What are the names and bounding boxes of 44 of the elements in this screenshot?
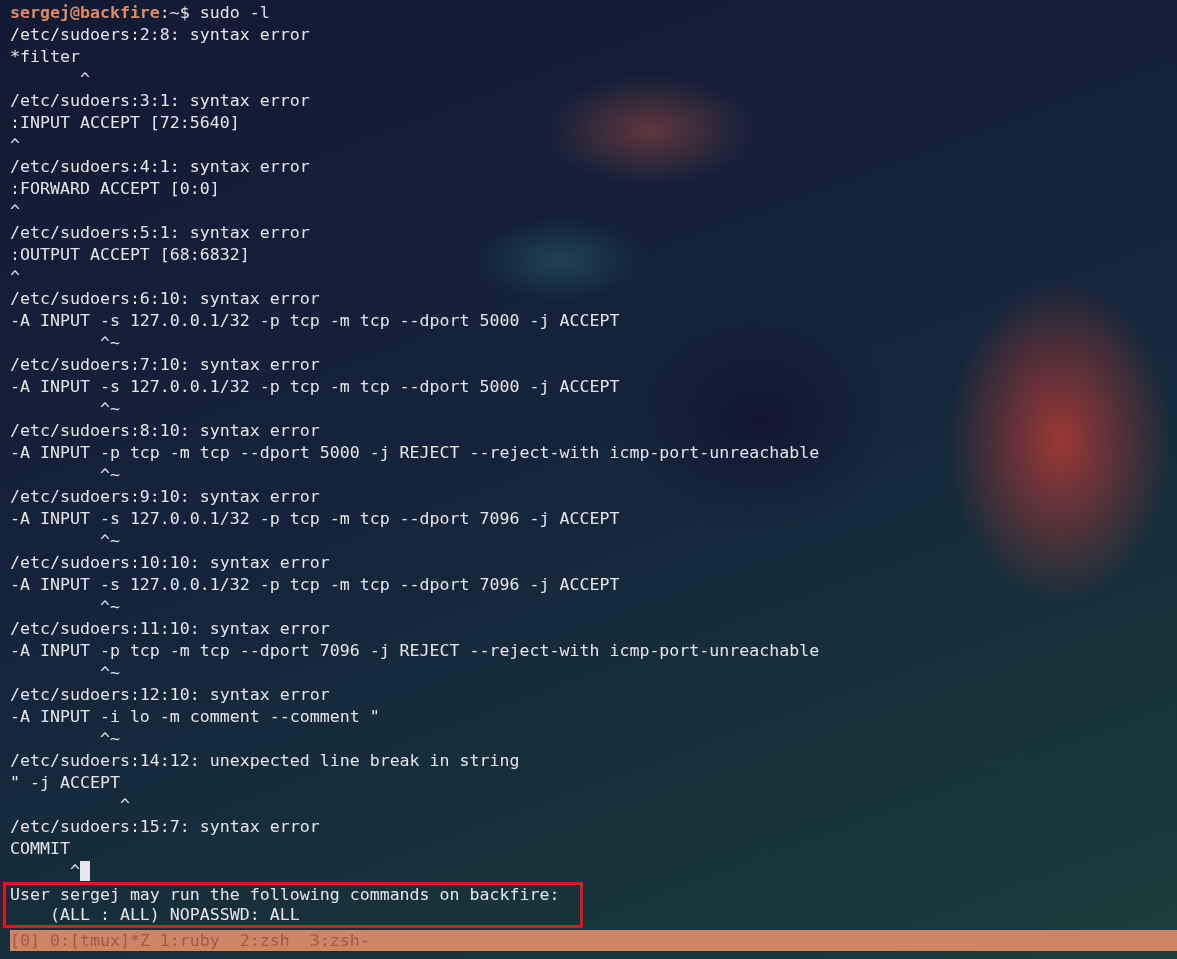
output-line: /etc/sudoers:9:10: syntax error (10, 486, 320, 508)
output-line: (ALL : ALL) NOPASSWD: ALL (48, 905, 300, 925)
output-line: /etc/sudoers:12:10: syntax error (10, 684, 330, 706)
output-line: -A INPUT -p tcp -m tcp --dport 7096 -j REJECT --reject-with icmp-port-unreachable (10, 640, 820, 662)
output-line: /etc/sudoers:11:10: syntax error (10, 618, 330, 640)
output-line: /etc/sudoers:10:10: syntax error (10, 552, 330, 574)
prompt-user-host: sergej@backfire (10, 2, 160, 24)
output-line: ^ (68, 860, 80, 882)
output-line: " -j ACCEPT (10, 772, 120, 794)
output-line: /etc/sudoers:4:1: syntax error (10, 156, 310, 178)
output-line: -A INPUT -s 127.0.0.1/32 -p tcp -m tcp --dport 5000 -j ACCEPT (10, 310, 620, 332)
output-line: /etc/sudoers:7:10: syntax error (10, 354, 320, 376)
output-line: *filter (10, 46, 80, 68)
output-line: /etc/sudoers:2:8: syntax error (10, 24, 310, 46)
output-line: /etc/sudoers:5:1: syntax error (10, 222, 310, 244)
output-line: COMMIT (10, 838, 70, 860)
command-text: sudo -l (198, 2, 270, 24)
output-line: -A INPUT -p tcp -m tcp --dport 5000 -j REJECT --reject-with icmp-port-unreachable (10, 442, 820, 464)
output-line: :OUTPUT ACCEPT [68:6832] (10, 244, 250, 266)
output-line: ^~ (98, 596, 120, 618)
output-line: ^ (10, 134, 20, 156)
output-line: -A INPUT -s 127.0.0.1/32 -p tcp -m tcp --dport 7096 -j ACCEPT (10, 574, 620, 596)
output-line: User sergej may run the following commands on backfire: (10, 885, 560, 905)
output-line: /etc/sudoers:14:12: unexpected line break in string (10, 750, 520, 772)
prompt-path: :~$ (159, 2, 190, 24)
output-line: /etc/sudoers:8:10: syntax error (10, 420, 320, 442)
output-line: :INPUT ACCEPT [72:5640] (10, 112, 240, 134)
output-line: ^ (10, 200, 20, 222)
output-line: :FORWARD ACCEPT [0:0] (10, 178, 220, 200)
output-line: ^~ (98, 662, 120, 684)
output-line: -A INPUT -i lo -m comment --comment " (10, 706, 380, 728)
output-line: ^~ (98, 332, 120, 354)
output-line: -A INPUT -s 127.0.0.1/32 -p tcp -m tcp --dport 5000 -j ACCEPT (10, 376, 620, 398)
output-line: ^~ (98, 464, 120, 486)
output-line: -A INPUT -s 127.0.0.1/32 -p tcp -m tcp --dport 7096 -j ACCEPT (10, 508, 620, 530)
output-line: ^~ (98, 728, 120, 750)
output-line: /etc/sudoers:6:10: syntax error (10, 288, 320, 310)
output-line: ^~ (98, 398, 120, 420)
output-line: ^ (118, 794, 130, 816)
output-line: /etc/sudoers:15:7: syntax error (10, 816, 320, 838)
output-line: ^~ (98, 530, 120, 552)
output-line: ^ (10, 266, 20, 288)
output-line: /etc/sudoers:3:1: syntax error (10, 90, 310, 112)
output-line: ^ (78, 68, 90, 90)
